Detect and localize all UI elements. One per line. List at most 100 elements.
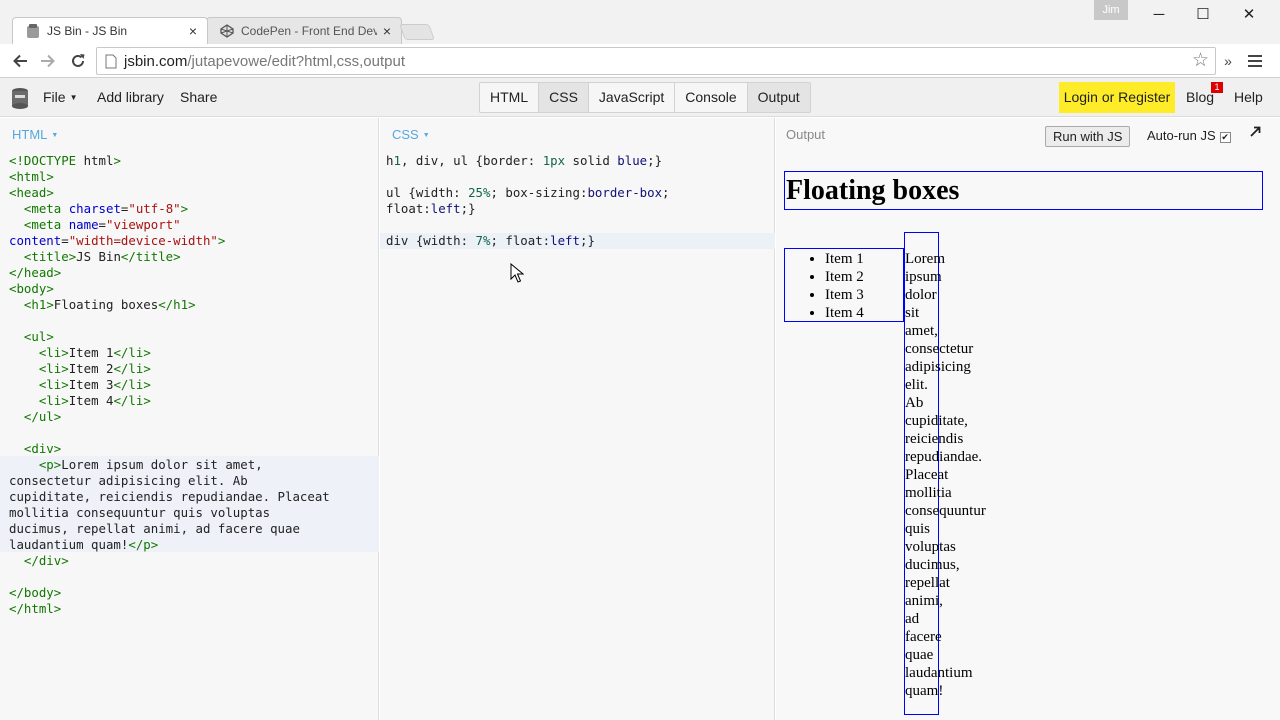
back-arrow-icon[interactable] — [8, 49, 32, 73]
paragraph-word: adipisicing — [905, 359, 971, 375]
paragraph-word: quam! — [905, 683, 944, 699]
paragraph-word: quis — [905, 521, 931, 537]
toggle-javascript[interactable]: JavaScript — [589, 83, 676, 112]
chrome-menu-icon[interactable] — [1243, 49, 1267, 73]
code-line: ducimus, repellat animi, ad facere quae — [9, 521, 300, 536]
paragraph-word: Ab — [905, 395, 924, 411]
url-host: jsbin.com — [124, 53, 188, 70]
page-icon — [105, 54, 117, 74]
paragraph-word: repudiandae. — [905, 449, 983, 465]
code-line: <!DOCTYPE html> — [9, 153, 121, 168]
html-panel-label[interactable]: HTML ▼ — [12, 127, 58, 142]
toggle-console[interactable]: Console — [675, 83, 748, 112]
code-line: </body> — [9, 585, 62, 600]
address-bar[interactable]: jsbin.com/jutapevowe/edit?html,css,outpu… — [96, 47, 1216, 75]
paragraph-word: ipsum — [905, 269, 942, 285]
html-panel: HTML ▼ <!DOCTYPE html> <html> <head> <meta … — [0, 118, 379, 720]
code-line: h1, div, ul {border: 1px solid blue;} — [386, 153, 663, 168]
reload-icon[interactable] — [66, 49, 90, 73]
codepen-favicon-icon — [219, 23, 235, 39]
code-line: <html> — [9, 169, 54, 184]
paragraph-word: consectetur — [905, 341, 974, 357]
caret-down-icon: ▼ — [69, 93, 78, 102]
code-line: <li>Item 1</li> — [38, 345, 151, 360]
tab-codepen[interactable]: CodePen - Front End Deve × — [206, 17, 402, 44]
toggle-html[interactable]: HTML — [480, 83, 540, 112]
output-list: Item 1Item 2Item 3Item 4 — [784, 248, 904, 322]
jsbin-logo-icon[interactable] — [10, 87, 30, 109]
code-line: cupiditate, reiciendis repudiandae. Plac… — [9, 489, 330, 504]
help-link[interactable]: Help — [1234, 89, 1263, 105]
code-line: <meta charset="utf-8"> — [23, 201, 189, 216]
html-panel-label-text: HTML — [12, 127, 48, 142]
code-line: <li>Item 2</li> — [38, 361, 151, 376]
paragraph-word: ad — [905, 611, 920, 627]
tab-jsbin[interactable]: JS Bin - JS Bin × — [12, 17, 208, 44]
code-line: div {width: 7%; float:left;} — [386, 233, 595, 248]
tab-close-icon[interactable]: × — [183, 23, 203, 39]
add-library-menu[interactable]: Add library — [97, 89, 164, 105]
bookmark-star-icon[interactable]: ☆ — [1192, 51, 1209, 71]
blog-link[interactable]: Blog — [1186, 89, 1214, 105]
code-line: <ul> — [23, 329, 54, 344]
popout-arrow-icon[interactable] — [1250, 125, 1261, 140]
paragraph-word: repellat — [905, 575, 950, 591]
login-register-button[interactable]: Login or Register — [1059, 82, 1175, 113]
mouse-cursor-icon — [510, 262, 525, 288]
share-menu[interactable]: Share — [180, 89, 217, 105]
blog-notification-badge: 1 — [1211, 82, 1223, 93]
paragraph-word: animi, — [905, 593, 943, 609]
html-code-editor[interactable]: <!DOCTYPE html> <html> <head> <meta charse… — [9, 153, 330, 617]
browser-titlebar: JS Bin - JS Bin × CodePen - Front End De… — [0, 0, 1280, 44]
file-menu[interactable]: File ▼ — [43, 89, 77, 105]
close-window-icon[interactable]: ✕ — [1226, 0, 1272, 28]
forward-arrow-icon[interactable] — [36, 49, 60, 73]
minimize-icon[interactable]: ─ — [1136, 0, 1182, 28]
list-item: Item 2 — [825, 268, 903, 286]
code-line: <li>Item 4</li> — [38, 393, 151, 408]
autorun-toggle[interactable]: Auto-run JS ✔ — [1147, 128, 1231, 143]
code-line: mollitia consequuntur quis voluptas — [9, 505, 271, 520]
file-menu-label: File — [43, 89, 66, 105]
code-line: content="width=device-width"> — [9, 233, 226, 248]
css-panel: CSS ▼ h1, div, ul {border: 1px solid blue… — [380, 118, 775, 720]
paragraph-word: dolor — [905, 287, 937, 303]
caret-down-icon: ▼ — [51, 132, 59, 139]
list-item: Item 3 — [825, 286, 903, 304]
autorun-label: Auto-run JS — [1147, 128, 1216, 143]
code-line: <h1>Floating boxes</h1> — [23, 297, 196, 312]
url-text: jsbin.com/jutapevowe/edit?html,css,outpu… — [124, 53, 405, 70]
tab-close-icon[interactable]: × — [377, 23, 397, 39]
paragraph-word: consequuntur — [905, 503, 986, 519]
profile-badge[interactable]: Jim — [1094, 0, 1128, 20]
url-path: /jutapevowe/edit?html,css,output — [187, 53, 405, 70]
paragraph-word: Placeat — [905, 467, 949, 483]
output-heading: Floating boxes — [784, 171, 1263, 210]
css-panel-label-text: CSS — [392, 127, 419, 142]
paragraph-word: facere — [905, 629, 942, 645]
output-div-box: Lorem ipsum dolor sit amet, consectetur adipis… — [904, 232, 986, 715]
output-panel-label: Output — [786, 127, 826, 142]
css-panel-label[interactable]: CSS ▼ — [392, 127, 430, 142]
output-panel: Output Run with JS Auto-run JS ✔ Floating… — [776, 118, 1280, 720]
css-code-editor[interactable]: h1, div, ul {border: 1px solid blue;} ul… — [386, 153, 670, 249]
run-with-js-button[interactable]: Run with JS — [1045, 126, 1131, 147]
autorun-checkbox[interactable]: ✔ — [1219, 132, 1231, 143]
paragraph-word: ducimus, — [905, 557, 960, 573]
jsbin-toolbar: File ▼ Add library Share HTML CSS JavaScr… — [0, 78, 1280, 117]
new-tab-button[interactable] — [399, 24, 435, 40]
code-line: ul {width: 25%; box-sizing:border-box; — [386, 185, 670, 200]
paragraph-word: mollitia — [905, 485, 952, 501]
extensions-chevron-icon[interactable]: » — [1216, 49, 1240, 73]
maximize-icon[interactable]: ☐ — [1180, 0, 1226, 28]
code-line: <li>Item 3</li> — [38, 377, 151, 392]
toggle-output[interactable]: Output — [747, 83, 810, 112]
code-line: </ul> — [23, 409, 62, 424]
toggle-css[interactable]: CSS — [539, 83, 589, 112]
panel-toggles: HTML CSS JavaScript Console Output — [479, 82, 811, 113]
paragraph-word: reiciendis — [905, 431, 964, 447]
paragraph-word: cupiditate, — [905, 413, 968, 429]
